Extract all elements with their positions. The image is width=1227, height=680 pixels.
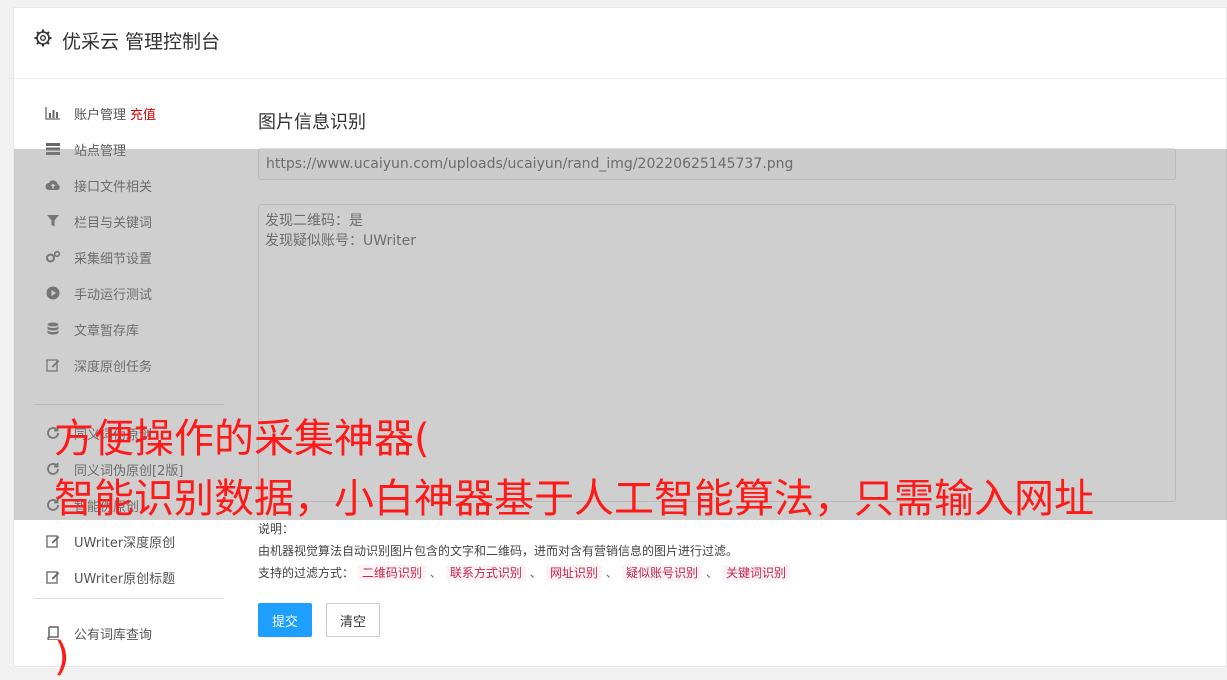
description-text: 由机器视觉算法自动识别图片包含的文字和二维码，进而对含有营销信息的图片进行过滤。	[258, 544, 739, 558]
filter-tag-qrcode: 二维码识别	[357, 565, 426, 581]
overlay-text-line2: 智能识别数据，小白神器基于人工智能算法，只需输入网址	[54, 476, 1094, 522]
header: 优采云 管理控制台	[14, 8, 1226, 79]
filter-tag-account: 疑似账号识别	[621, 565, 702, 581]
sidebar-item-label: 公有词库查询	[74, 627, 153, 643]
gear-icon	[33, 28, 53, 48]
recharge-link[interactable]: 充值	[130, 104, 156, 123]
sidebar-item-uwriter-deep[interactable]: UWriter深度原创	[34, 526, 224, 556]
filter-label: 支持的过滤方式：	[258, 566, 355, 580]
sidebar-item-uwriter-title[interactable]: UWriter原创标题	[34, 562, 224, 592]
edit-icon	[44, 568, 62, 586]
sidebar-item-label: UWriter原创标题	[74, 571, 176, 587]
overlay-text-line1: 方便操作的采集神器(	[54, 416, 430, 462]
sidebar-item-account[interactable]: 账户管理 充值	[34, 98, 224, 128]
description: 说明： 由机器视觉算法自动识别图片包含的文字和二维码，进而对含有营销信息的图片进…	[258, 518, 790, 584]
filter-methods: 支持的过滤方式： 二维码识别、联系方式识别、网址识别、疑似账号识别、关键词识别	[258, 562, 790, 584]
console-card: 优采云 管理控制台 账户管理 充值 站点管理 接口文件相关 栏目与关键词 采集细…	[13, 7, 1227, 680]
filter-tag-keyword: 关键词识别	[721, 565, 790, 581]
filter-tag-url: 网址识别	[545, 565, 602, 581]
filter-separator: 、	[605, 566, 618, 580]
clear-button[interactable]: 清空	[326, 603, 380, 637]
watermark-overlay	[14, 149, 1227, 520]
submit-button[interactable]: 提交	[258, 603, 312, 637]
filter-separator: 、	[705, 566, 718, 580]
filter-tag-contact: 联系方式识别	[445, 565, 526, 581]
sidebar-item-label: UWriter深度原创	[74, 535, 176, 551]
bar-chart-icon	[44, 104, 62, 122]
sidebar-item-label: 账户管理	[74, 107, 127, 123]
filter-separator: 、	[529, 566, 542, 580]
section-title: 图片信息识别	[258, 112, 366, 133]
page-title: 优采云 管理控制台	[62, 31, 221, 53]
edit-icon	[44, 532, 62, 550]
sidebar-divider	[34, 598, 224, 599]
overlay-text-line3: )	[54, 634, 70, 680]
filter-separator: 、	[429, 566, 442, 580]
